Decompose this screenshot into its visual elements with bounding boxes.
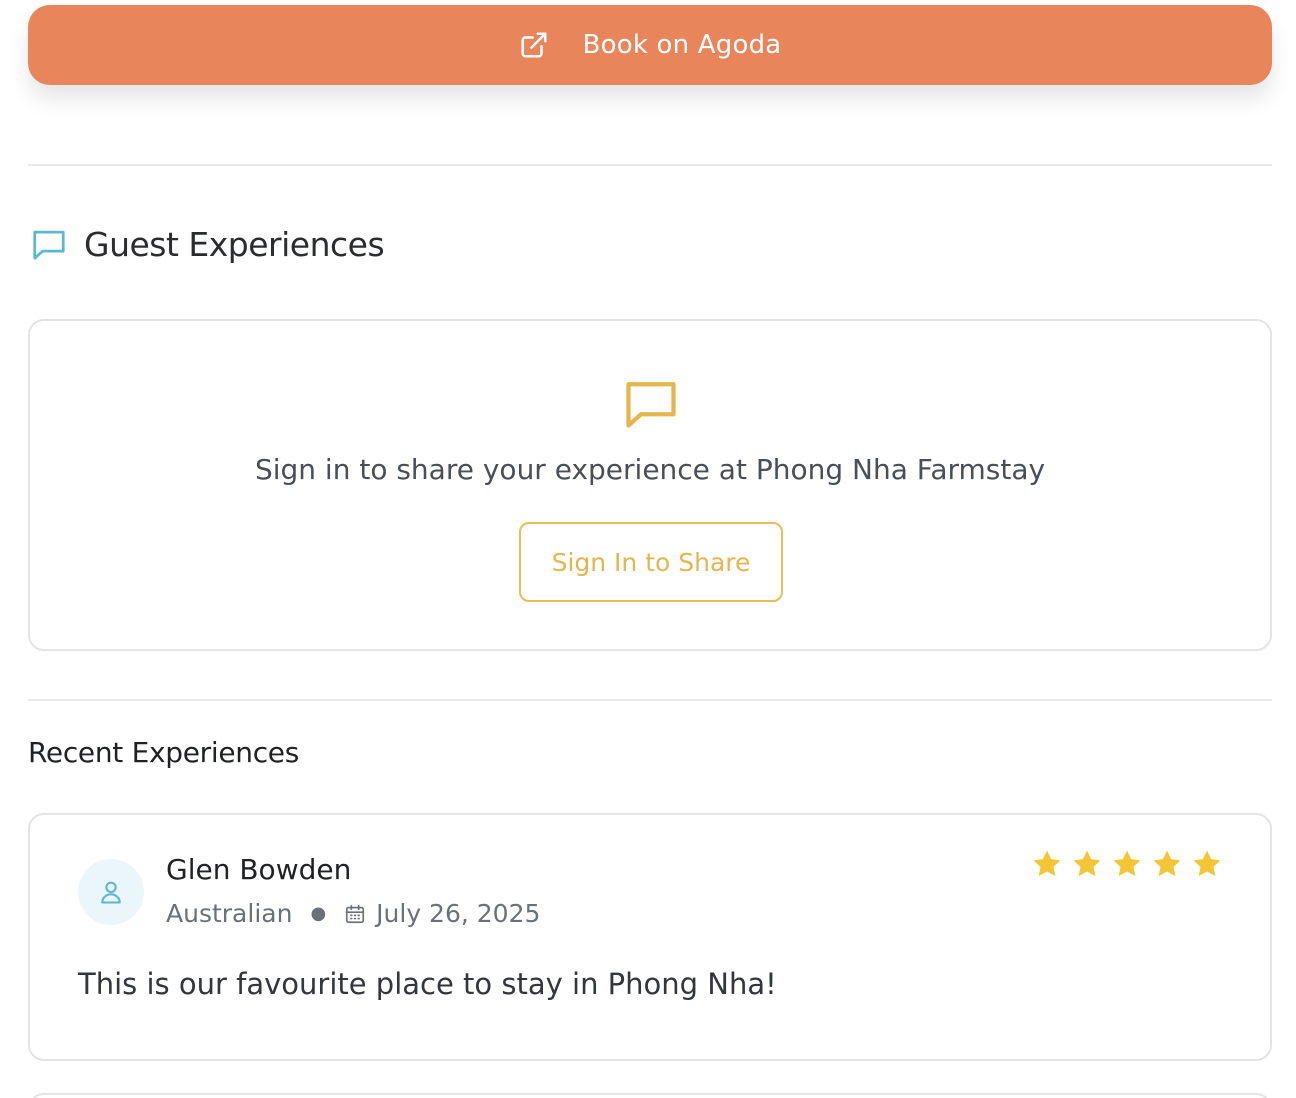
reviewer-name: Glen Bowden [166, 853, 352, 886]
section-divider [28, 164, 1272, 166]
book-on-agoda-button[interactable]: Book on Agoda [28, 5, 1272, 85]
sign-in-prompt: Sign in to share your experience at Phon… [254, 453, 1046, 486]
user-icon [101, 881, 121, 904]
star-icon [1150, 847, 1184, 881]
chat-bubble-icon [30, 225, 68, 263]
section-title: Guest Experiences [84, 224, 385, 264]
star-icon [1030, 847, 1064, 881]
sign-in-to-share-button[interactable]: Sign In to Share [519, 522, 783, 602]
book-on-agoda-label: Book on Agoda [582, 30, 782, 60]
review-card: Glen Bowden Australian ● July 26, 2025 T… [28, 813, 1272, 1061]
meta-separator: ● [310, 903, 327, 924]
page: Book on Agoda Guest Experiences Sign in … [0, 0, 1296, 1098]
sign-in-card: Sign in to share your experience at Phon… [28, 319, 1272, 651]
rating-stars [1024, 847, 1224, 881]
star-icon [1110, 847, 1144, 881]
avatar [78, 859, 144, 925]
review-card [28, 1093, 1272, 1098]
guest-experiences-header: Guest Experiences [30, 222, 385, 266]
external-link-icon [519, 30, 549, 60]
star-icon [1070, 847, 1104, 881]
reviewer-nationality: Australian [166, 899, 293, 928]
recent-experiences-title: Recent Experiences [28, 736, 300, 769]
review-meta: Australian ● July 26, 2025 [166, 899, 540, 928]
review-text: This is our favourite place to stay in P… [78, 967, 777, 1001]
star-icon [1190, 847, 1224, 881]
review-date: July 26, 2025 [376, 899, 541, 928]
section-divider [28, 699, 1272, 701]
calendar-icon [344, 903, 366, 925]
chat-bubble-icon [626, 382, 676, 428]
